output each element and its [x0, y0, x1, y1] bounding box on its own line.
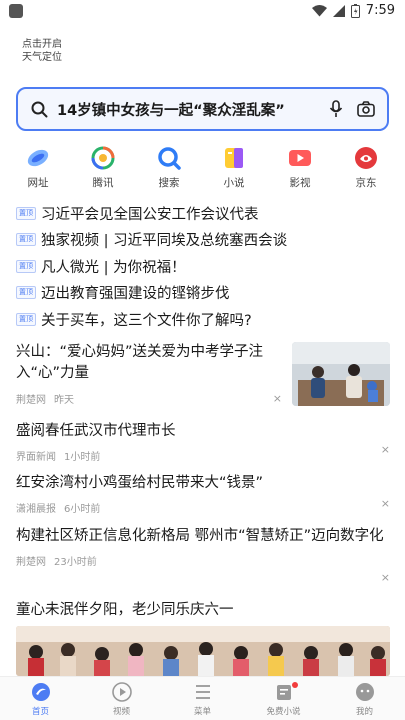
- shortcut-label: 京东: [355, 177, 377, 189]
- news-thumbnail: [292, 342, 390, 406]
- jd-icon: [355, 147, 377, 169]
- camera-icon[interactable]: [357, 101, 375, 117]
- dismiss-button[interactable]: ×: [381, 443, 390, 456]
- news-title: 构建社区矫正信息化新格局 鄂州市“智慧矫正”迈向数字化: [16, 528, 384, 544]
- book-icon: [276, 685, 291, 700]
- nav-free-novels[interactable]: 免费小说: [243, 677, 324, 720]
- tencent-icon: [91, 146, 115, 170]
- nav-label: 首页: [31, 707, 49, 717]
- nav-label: 菜单: [193, 707, 211, 717]
- shortcut-video[interactable]: 影视: [275, 146, 325, 190]
- news-source: 荆楚网: [16, 557, 46, 568]
- home-icon: [31, 683, 50, 701]
- wifi-icon: [311, 4, 327, 16]
- news-time: 6小时前: [64, 504, 101, 515]
- dismiss-button[interactable]: ×: [273, 392, 282, 405]
- search-query[interactable]: 14岁镇中女孩与一起“聚众淫乱案”: [57, 99, 329, 120]
- battery-icon: [350, 3, 360, 18]
- dismiss-button[interactable]: ×: [381, 497, 390, 510]
- news-source: 潇湘晨报: [16, 504, 56, 515]
- news-card[interactable]: 童心未泯伴夕阳，老少同乐庆六一: [16, 600, 390, 621]
- pinned-title: 迈出教育强国建设的铿锵步伐: [41, 286, 230, 303]
- shortcut-novel[interactable]: 小说: [209, 146, 259, 190]
- dismiss-button[interactable]: ×: [381, 571, 390, 584]
- news-card[interactable]: 盛阅春任武汉市代理市长 界面新闻 1小时前 ×: [16, 421, 390, 463]
- pinned-badge: 置顶: [16, 233, 36, 247]
- nav-label: 视频: [112, 707, 130, 717]
- pinned-item[interactable]: 置顶 独家视频 | 习近平同埃及总统塞西会谈: [16, 227, 388, 254]
- pinned-item[interactable]: 置顶 凡人微光 | 为你祝福！: [16, 253, 388, 280]
- pinned-title: 独家视频 | 习近平同埃及总统塞西会谈: [41, 233, 288, 250]
- shortcut-jd[interactable]: 京东: [341, 146, 391, 190]
- shortcut-search[interactable]: 搜索: [144, 146, 194, 190]
- play-icon: [111, 682, 132, 702]
- video-icon: [289, 150, 311, 166]
- notification-icon: [9, 4, 23, 18]
- clock: 7:59: [365, 3, 395, 18]
- news-source: 界面新闻: [16, 452, 56, 463]
- news-meta: 荆楚网 昨天: [16, 391, 74, 406]
- shortcut-label: 网址: [27, 177, 49, 189]
- shortcut-label: 腾讯: [92, 177, 114, 189]
- nav-label: 我的: [355, 707, 373, 717]
- news-image: [16, 626, 390, 676]
- shortcut-web[interactable]: 网址: [13, 146, 63, 190]
- search-icon: [158, 147, 181, 170]
- news-meta: 荆楚网 23小时前: [16, 553, 390, 568]
- web-icon: [27, 149, 49, 167]
- weather-line-2: 天气定位: [22, 52, 62, 63]
- pinned-title: 关于买车，这三个文件你了解吗?: [41, 312, 252, 329]
- shortcut-tencent[interactable]: 腾讯: [78, 146, 128, 190]
- news-card[interactable]: 红安涂湾村小鸡蛋给村民带来大“钱景” 潇湘晨报 6小时前 ×: [16, 473, 390, 515]
- weather-line-1: 点击开启: [22, 39, 62, 50]
- news-source: 荆楚网: [16, 395, 46, 406]
- nav-home[interactable]: 首页: [0, 677, 81, 720]
- news-card[interactable]: 兴山：“爱心妈妈”送关爱为中考学子注入“心”力量 荆楚网 昨天 ×: [16, 342, 390, 406]
- pinned-badge: 置顶: [16, 286, 36, 300]
- weather-location-prompt[interactable]: 点击开启 天气定位: [22, 38, 62, 64]
- thumbnail-image: [292, 342, 390, 406]
- pinned-badge: 置顶: [16, 206, 36, 220]
- pinned-item[interactable]: 置顶 习近平会见全国公安工作会议代表: [16, 200, 388, 227]
- shortcut-label: 搜索: [158, 177, 180, 189]
- news-meta: 潇湘晨报 6小时前: [16, 500, 390, 515]
- pinned-item[interactable]: 置顶 关于买车，这三个文件你了解吗?: [16, 306, 388, 333]
- nav-profile[interactable]: 我的: [324, 677, 405, 720]
- news-time: 昨天: [54, 395, 74, 406]
- menu-icon: [195, 685, 210, 699]
- status-bar: 7:59: [0, 0, 405, 24]
- pinned-title: 习近平会见全国公安工作会议代表: [41, 206, 259, 223]
- search-bar[interactable]: 14岁镇中女孩与一起“聚众淫乱案”: [16, 87, 389, 131]
- pinned-item[interactable]: 置顶 迈出教育强国建设的铿锵步伐: [16, 280, 388, 307]
- news-time: 1小时前: [64, 452, 101, 463]
- pinned-list: 置顶 习近平会见全国公安工作会议代表 置顶 独家视频 | 习近平同埃及总统塞西会…: [16, 200, 388, 333]
- signal-icon: [332, 4, 345, 17]
- notification-dot: [291, 682, 298, 688]
- pinned-title: 凡人微光 | 为你祝福！: [41, 259, 186, 276]
- news-card[interactable]: 构建社区矫正信息化新格局 鄂州市“智慧矫正”迈向数字化 荆楚网 23小时前 ×: [16, 526, 390, 584]
- news-title: 红安涂湾村小鸡蛋给村民带来大“钱景”: [16, 475, 264, 491]
- news-title: 盛阅春任武汉市代理市长: [16, 423, 176, 439]
- pinned-badge: 置顶: [16, 259, 36, 273]
- news-meta: 界面新闻 1小时前: [16, 448, 390, 463]
- pinned-badge: 置顶: [16, 312, 36, 326]
- news-photo: [16, 626, 390, 676]
- news-time: 23小时前: [54, 557, 97, 568]
- nav-label: 免费小说: [266, 707, 301, 717]
- nav-video[interactable]: 视频: [81, 677, 162, 720]
- shortcut-label: 小说: [223, 177, 245, 189]
- shortcut-grid: 网址 腾讯 搜索 小说 影视 京东: [0, 146, 405, 192]
- bottom-navigation: 首页 视频 菜单 免费小说 我的: [0, 676, 405, 720]
- nav-menu[interactable]: 菜单: [162, 677, 243, 720]
- novel-icon: [225, 148, 243, 168]
- news-title: 兴山：“爱心妈妈”送关爱为中考学子注入“心”力量: [16, 344, 264, 381]
- profile-icon: [355, 683, 374, 701]
- microphone-icon[interactable]: [329, 100, 343, 118]
- search-icon: [31, 101, 48, 117]
- shortcut-label: 影视: [289, 177, 311, 189]
- news-title: 童心未泯伴夕阳，老少同乐庆六一: [16, 602, 234, 618]
